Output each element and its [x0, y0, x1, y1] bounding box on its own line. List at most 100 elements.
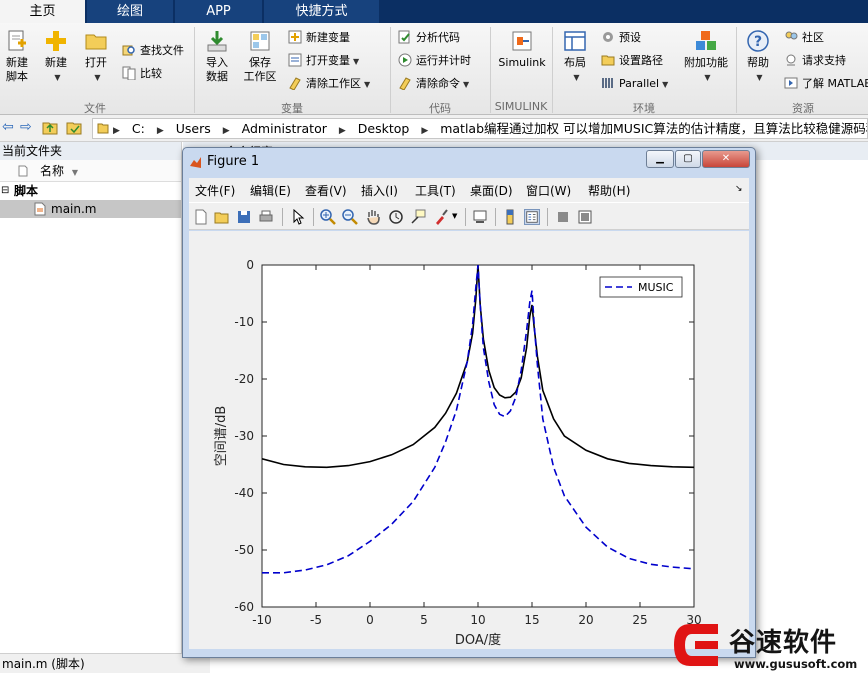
x-tick-label: -5 [310, 613, 322, 627]
path-segment[interactable]: matlab编程通过加权 可以增加MUSIC算法的估计精度，且算法比较稳健源码程… [440, 121, 867, 136]
open-button[interactable]: 打开 ▼ [78, 29, 114, 85]
pan-hand-icon[interactable] [365, 209, 381, 225]
analyze-code-button[interactable]: 分析代码 [398, 28, 460, 48]
menu-file[interactable]: 文件(F) [195, 182, 235, 199]
chevron-down-icon: ▼ [704, 73, 711, 82]
gusu-logo-icon [674, 624, 718, 666]
import-data-button[interactable]: 导入 数据 [199, 29, 235, 84]
brush-dropdown-icon[interactable]: ▼ [452, 212, 457, 220]
help-button[interactable]: ? 帮助 ▼ [742, 29, 774, 85]
menu-insert[interactable]: 插入(I) [361, 182, 398, 199]
back-icon[interactable]: ⇦ [2, 119, 14, 135]
parallel-button[interactable]: Parallel ▼ [601, 74, 668, 94]
group-separator [490, 27, 491, 113]
open-file-icon[interactable] [214, 209, 230, 225]
menu-tools[interactable]: 工具(T) [415, 182, 456, 199]
find-files-button[interactable]: 查找文件 [122, 41, 184, 61]
new-button[interactable]: 新建 ▼ [38, 29, 74, 85]
menubar-overflow-icon[interactable]: ↘ [735, 184, 743, 194]
group-separator [194, 27, 195, 113]
run-and-time-button[interactable]: 运行并计时 [398, 51, 471, 71]
script-file-icon [34, 202, 46, 216]
simulink-button[interactable]: Simulink [496, 29, 548, 70]
pointer-icon[interactable] [290, 209, 306, 225]
sort-down-icon: ▼ [71, 168, 78, 177]
chevron-down-icon: ▼ [94, 73, 101, 82]
simulink-label: Simulink [498, 56, 546, 69]
maximize-button[interactable]: ▢ [675, 150, 701, 168]
clear-commands-button[interactable]: 清除命令 ▼ [398, 74, 469, 94]
show-plot-tools-icon[interactable] [577, 209, 593, 225]
menu-window[interactable]: 窗口(W) [526, 182, 571, 199]
save-workspace-button[interactable]: 保存 工作区 [240, 29, 280, 84]
path-separator-icon: ▶ [222, 126, 230, 136]
path-segment[interactable]: Desktop [358, 121, 410, 136]
menu-view[interactable]: 查看(V) [305, 182, 347, 199]
compare-button[interactable]: 比较 [122, 64, 162, 84]
tree-group-scripts[interactable]: ⊟ 脚本 [0, 182, 181, 200]
new-figure-icon[interactable] [193, 209, 209, 225]
compare-label: 比较 [140, 67, 162, 80]
legend-label: MUSIC [638, 281, 674, 294]
brush-icon[interactable] [433, 209, 449, 225]
tab-apps[interactable]: APP [175, 0, 262, 23]
new-variable-button[interactable]: 新建变量 [288, 28, 350, 48]
name-column-header[interactable]: 名称 ▼ [0, 160, 181, 182]
up-folder-icon[interactable] [42, 121, 58, 135]
tab-shortcuts[interactable]: 快捷方式 [264, 0, 379, 23]
chevron-down-icon: ▼ [353, 57, 360, 66]
layout-button[interactable]: 布局 ▼ [558, 29, 592, 85]
browse-folder-icon[interactable] [66, 121, 82, 135]
path-separator-icon: ▶ [421, 126, 429, 136]
colorbar-icon[interactable] [502, 209, 518, 225]
data-cursor-icon[interactable] [410, 209, 426, 225]
list-item[interactable]: main.m [0, 200, 181, 218]
group-label-simulink: SIMULINK [494, 100, 548, 113]
hide-plot-tools-icon[interactable] [555, 209, 571, 225]
y-tick-label: -30 [234, 429, 254, 443]
preferences-button[interactable]: 预设 [601, 28, 641, 48]
link-plot-icon[interactable] [472, 209, 488, 225]
collapse-icon[interactable]: ⊟ [1, 182, 9, 200]
minimize-button[interactable]: ▁ [646, 150, 674, 168]
new-script-button[interactable]: 新建 脚本 [0, 29, 34, 84]
save-icon[interactable] [236, 209, 252, 225]
analyze-code-icon [398, 30, 410, 44]
path-segment[interactable]: C: [132, 121, 145, 136]
learn-matlab-button[interactable]: 了解 MATLAB [784, 74, 868, 94]
chevron-down-icon: ▼ [54, 73, 61, 82]
path-segment[interactable]: Users [176, 121, 211, 136]
community-button[interactable]: 社区 [784, 28, 824, 48]
panel-title: 当前文件夹 [0, 142, 181, 160]
menu-help[interactable]: 帮助(H) [588, 182, 630, 199]
request-support-button[interactable]: 请求支持 [784, 51, 846, 71]
clear-commands-icon [399, 77, 411, 90]
open-variable-button[interactable]: 打开变量 ▼ [288, 51, 359, 71]
menu-desktop[interactable]: 桌面(D) [470, 182, 513, 199]
import-data-label: 导入 数据 [206, 56, 228, 83]
set-path-button[interactable]: 设置路径 [601, 51, 663, 71]
rotate-3d-icon[interactable] [388, 209, 404, 225]
tab-home[interactable]: 主页 [0, 0, 85, 23]
forward-icon[interactable]: ⇨ [20, 119, 32, 135]
group-separator [552, 27, 553, 113]
close-button[interactable]: ✕ [702, 150, 750, 168]
print-icon[interactable] [258, 209, 274, 225]
current-folder-path[interactable]: ▶ C: ▶ Users ▶ Administrator ▶ Desktop ▶… [92, 118, 868, 139]
learn-icon [784, 77, 798, 89]
clear-workspace-label: 清除工作区 [306, 77, 361, 90]
zoom-out-icon[interactable] [342, 209, 358, 225]
folder-open-icon [85, 34, 107, 50]
x-tick-label: 20 [578, 613, 593, 627]
y-tick-label: -40 [234, 486, 254, 500]
path-separator-icon: ▶ [113, 126, 120, 136]
legend-icon[interactable] [524, 209, 540, 225]
zoom-in-icon[interactable] [320, 209, 336, 225]
figure-window: Figure 1 ▁ ▢ ✕ 文件(F) 编辑(E) 查看(V) 插入(I) 工… [182, 147, 756, 658]
tab-plots[interactable]: 绘图 [87, 0, 173, 23]
clear-workspace-button[interactable]: 清除工作区 ▼ [288, 74, 370, 94]
path-segment[interactable]: Administrator [242, 121, 327, 136]
menu-edit[interactable]: 编辑(E) [250, 182, 291, 199]
figure-titlebar[interactable]: Figure 1 ▁ ▢ ✕ [183, 148, 755, 176]
addons-button[interactable]: 附加功能 ▼ [680, 29, 732, 85]
